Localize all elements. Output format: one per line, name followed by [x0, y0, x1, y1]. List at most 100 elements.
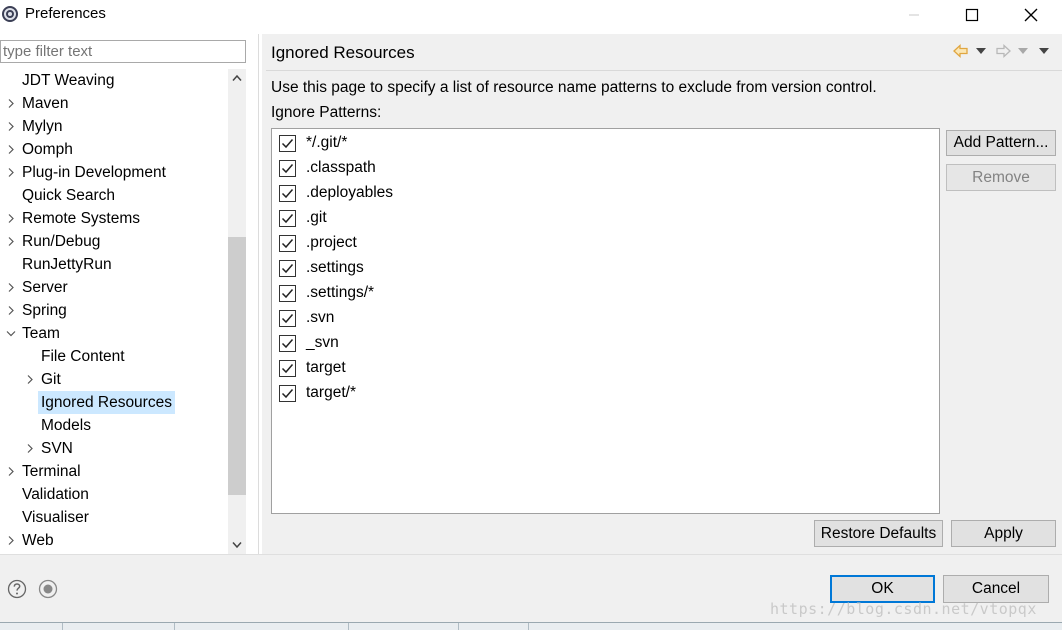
tree-item-label: SVN [41, 440, 73, 457]
pattern-checkbox[interactable] [279, 260, 296, 277]
tree-item[interactable]: File Content [19, 345, 228, 368]
page-title: Ignored Resources [271, 43, 415, 62]
forward-arrow-icon[interactable] [994, 43, 1012, 59]
pattern-checkbox[interactable] [279, 235, 296, 252]
preferences-tree-panel: JDT Weaving Maven Mylyn Oomph Plug-in Develo… [0, 34, 258, 554]
tree-item-label: Server [22, 279, 68, 296]
close-button[interactable] [1002, 0, 1060, 30]
collapsed-chevron-icon[interactable] [6, 529, 16, 552]
scroll-up-button[interactable] [228, 69, 246, 87]
pattern-row[interactable]: .git [279, 206, 579, 231]
tree-item-label: RunJettyRun [22, 256, 112, 273]
pattern-checkbox[interactable] [279, 285, 296, 302]
tree-item[interactable]: JDT Weaving [0, 69, 228, 92]
cancel-button[interactable]: Cancel [943, 575, 1049, 603]
preference-page: Ignored Resources Use this page to speci… [262, 34, 1062, 554]
scroll-thumb[interactable] [228, 237, 246, 495]
pattern-checkbox[interactable] [279, 135, 296, 152]
apply-button[interactable]: Apply [951, 520, 1056, 547]
tree-item[interactable]: Plug-in Development [0, 161, 228, 184]
pattern-row[interactable]: target [279, 356, 579, 381]
tree-item[interactable]: Maven [0, 92, 228, 115]
checkmark-icon [281, 339, 294, 349]
pattern-label: target/* [306, 384, 356, 401]
pattern-label: .settings/* [306, 284, 375, 301]
pattern-row[interactable]: */.git/* [279, 131, 579, 156]
pattern-row[interactable]: .svn [279, 306, 579, 331]
expanded-chevron-icon[interactable] [6, 322, 16, 345]
window-title: Preferences [25, 5, 106, 22]
pattern-row[interactable]: .project [279, 231, 579, 256]
tree-item[interactable]: Git [19, 368, 228, 391]
tree-scrollbar[interactable] [228, 69, 246, 554]
maximize-button[interactable] [943, 0, 1001, 30]
pattern-checkbox[interactable] [279, 335, 296, 352]
pattern-row[interactable]: target/* [279, 381, 579, 406]
collapsed-chevron-icon[interactable] [25, 437, 35, 460]
pattern-row[interactable]: _svn [279, 331, 579, 356]
pattern-row[interactable]: .deployables [279, 181, 579, 206]
pattern-row[interactable]: .settings/* [279, 281, 579, 306]
tree-item[interactable]: Spring [0, 299, 228, 322]
filter-input[interactable] [0, 40, 246, 63]
page-description: Use this page to specify a list of resou… [271, 79, 877, 96]
page-navigation [952, 42, 1062, 62]
pattern-row[interactable]: .classpath [279, 156, 579, 181]
remove-button[interactable]: Remove [946, 164, 1056, 191]
tree-item[interactable]: Server [0, 276, 228, 299]
restore-defaults-button[interactable]: Restore Defaults [814, 520, 943, 547]
tree-item-label: Web [22, 532, 54, 549]
tree-item[interactable]: Models [19, 414, 228, 437]
back-dropdown-icon[interactable] [976, 48, 986, 54]
tree-item[interactable]: Mylyn [0, 115, 228, 138]
title-bar: Preferences [0, 0, 1062, 30]
tree-item[interactable]: Web [0, 529, 228, 552]
tree-item[interactable]: SVN [19, 437, 228, 460]
tree-item[interactable]: Ignored Resources [19, 391, 228, 414]
scroll-down-button[interactable] [228, 536, 246, 554]
add-pattern-button[interactable]: Add Pattern... [946, 130, 1056, 156]
collapsed-chevron-icon[interactable] [6, 276, 16, 299]
collapsed-chevron-icon[interactable] [6, 207, 16, 230]
tree-item[interactable]: Terminal [0, 460, 228, 483]
collapsed-chevron-icon[interactable] [6, 92, 16, 115]
forward-dropdown-icon[interactable] [1018, 48, 1028, 54]
view-menu-icon[interactable] [1039, 48, 1049, 54]
tree-item[interactable]: Remote Systems [0, 207, 228, 230]
pattern-checkbox[interactable] [279, 360, 296, 377]
pattern-checkbox[interactable] [279, 310, 296, 327]
collapsed-chevron-icon[interactable] [6, 299, 16, 322]
pattern-label: .settings [306, 259, 364, 276]
tree-item[interactable]: Quick Search [0, 184, 228, 207]
help-icon[interactable] [7, 579, 27, 599]
pattern-label: */.git/* [306, 134, 348, 151]
pattern-checkbox[interactable] [279, 385, 296, 402]
tree-item[interactable]: Visualiser [0, 506, 228, 529]
collapsed-chevron-icon[interactable] [25, 368, 35, 391]
checkmark-icon [281, 364, 294, 374]
minimize-button[interactable] [885, 0, 943, 30]
ignore-patterns-list[interactable]: */.git/* .classpath .deployables .git .proje… [271, 128, 940, 514]
ok-button[interactable]: OK [830, 575, 935, 603]
record-macro-icon[interactable] [38, 579, 58, 599]
pattern-checkbox[interactable] [279, 185, 296, 202]
back-arrow-icon[interactable] [952, 43, 970, 59]
tree-item-label: Mylyn [22, 118, 63, 135]
collapsed-chevron-icon[interactable] [6, 161, 16, 184]
ignore-patterns-label: Ignore Patterns: [271, 104, 382, 121]
collapsed-chevron-icon[interactable] [6, 138, 16, 161]
collapsed-chevron-icon[interactable] [6, 230, 16, 253]
pattern-row[interactable]: .settings [279, 256, 579, 281]
tree-item[interactable]: Team [0, 322, 228, 345]
tree-item[interactable]: Oomph [0, 138, 228, 161]
collapsed-chevron-icon[interactable] [6, 115, 16, 138]
tree-item-label: Maven [22, 95, 69, 112]
panel-divider[interactable] [258, 34, 259, 554]
checkmark-icon [281, 189, 294, 199]
tree-item[interactable]: Validation [0, 483, 228, 506]
pattern-checkbox[interactable] [279, 210, 296, 227]
collapsed-chevron-icon[interactable] [6, 460, 16, 483]
tree-item[interactable]: RunJettyRun [0, 253, 228, 276]
pattern-checkbox[interactable] [279, 160, 296, 177]
tree-item[interactable]: Run/Debug [0, 230, 228, 253]
